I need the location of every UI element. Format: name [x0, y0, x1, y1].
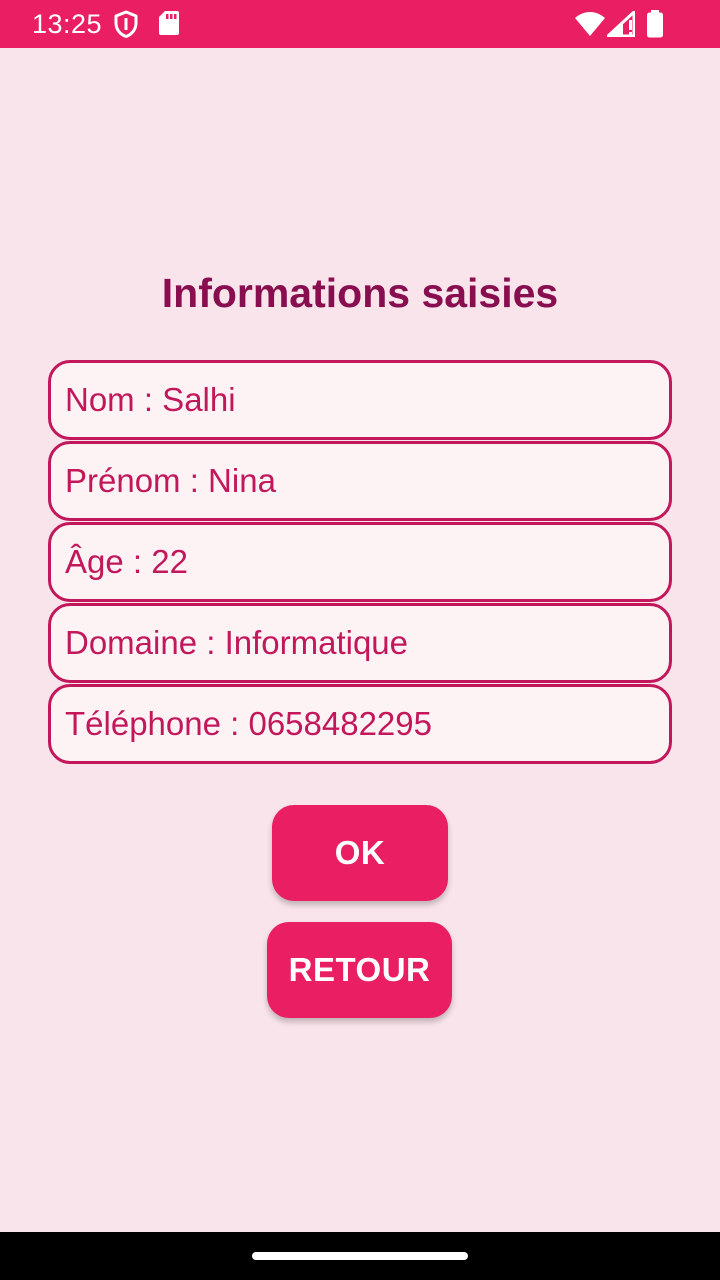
field-age[interactable]: Âge : 22 — [48, 522, 672, 602]
ok-button[interactable]: OK — [272, 805, 448, 901]
field-prenom-text: Prénom : Nina — [65, 462, 276, 499]
navigation-bar — [0, 1232, 720, 1280]
page-title: Informations saisies — [161, 270, 559, 316]
field-domaine-text: Domaine : Informatique — [65, 624, 409, 661]
sd-card-icon — [158, 10, 180, 36]
field-domaine[interactable]: Domaine : Informatique — [48, 603, 672, 683]
retour-button[interactable]: RETOUR — [267, 922, 452, 1018]
status-time: 13:25 — [32, 9, 103, 39]
field-nom[interactable]: Nom : Salhi — [48, 360, 672, 440]
field-telephone-text: Téléphone : 0658482295 — [65, 705, 432, 742]
shield-icon — [113, 10, 139, 38]
field-telephone[interactable]: Téléphone : 0658482295 — [48, 684, 672, 764]
info-fields-list: Nom : Salhi Prénom : Nina Âge : 22 Domai… — [48, 360, 672, 765]
cell-signal-icon — [607, 11, 635, 37]
battery-icon — [646, 10, 664, 38]
home-handle[interactable] — [252, 1252, 468, 1260]
field-age-text: Âge : 22 — [65, 543, 188, 580]
field-prenom[interactable]: Prénom : Nina — [48, 441, 672, 521]
field-nom-text: Nom : Salhi — [65, 381, 236, 418]
status-bar: 13:25 — [0, 0, 720, 48]
wifi-icon — [574, 11, 606, 37]
